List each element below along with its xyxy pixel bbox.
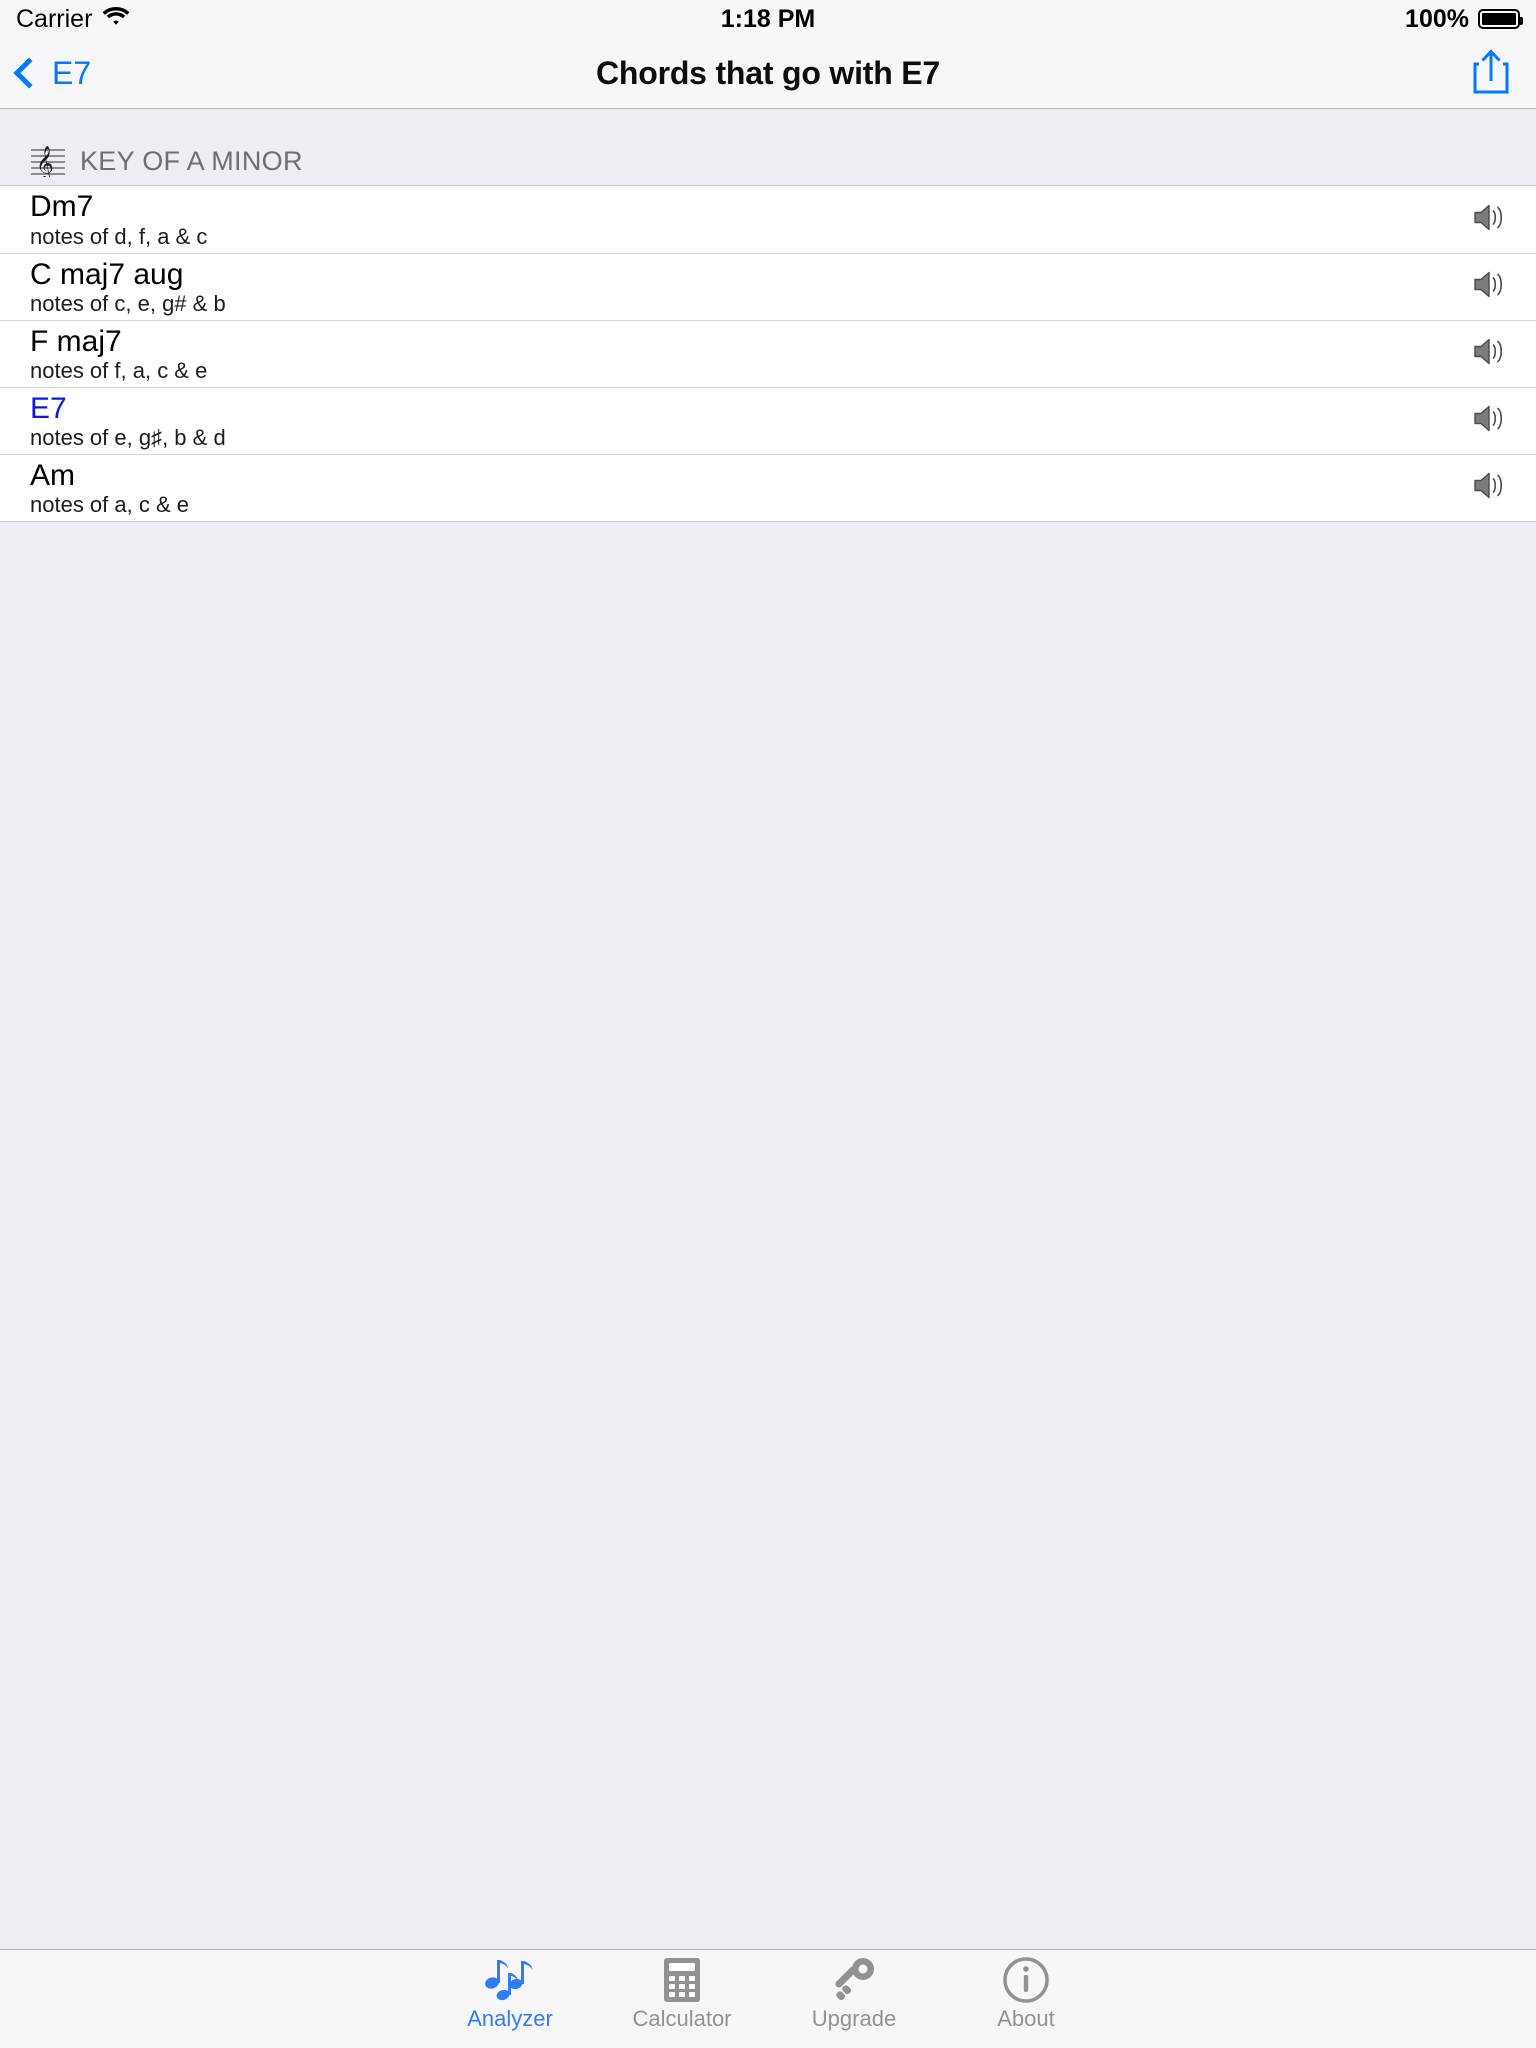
chord-name: Am: [30, 458, 75, 492]
tab-about[interactable]: About: [940, 1956, 1112, 2030]
key-icon: [830, 1956, 878, 2004]
info-circle-icon: [1002, 1956, 1050, 2004]
tab-bar: Analyzer Calculator Upgrade About: [0, 1949, 1536, 2048]
chord-notes: notes of e, g♯, b & d: [30, 425, 226, 451]
status-bar-time: 1:18 PM: [720, 4, 816, 33]
tab-label: Analyzer: [467, 2006, 553, 2031]
tab-upgrade[interactable]: Upgrade: [768, 1956, 940, 2030]
music-notes-icon: [483, 1956, 537, 2004]
navigation-bar: E7 Chords that go with E7: [0, 38, 1536, 109]
calculator-icon: [661, 1956, 703, 2004]
chord-notes: notes of d, f, a & c: [30, 223, 208, 249]
speaker-icon[interactable]: [1472, 402, 1508, 441]
tab-label: About: [997, 2006, 1055, 2031]
share-button[interactable]: [1470, 47, 1512, 100]
speaker-icon[interactable]: [1472, 469, 1508, 508]
chord-notes: notes of f, a, c & e: [30, 358, 208, 384]
share-icon: [1470, 48, 1512, 99]
row-text: E7 notes of e, g♯, b & d: [30, 393, 226, 450]
chord-name: F maj7: [30, 324, 122, 358]
section-header: 𝄞 KEY OF A MINOR: [0, 109, 1536, 185]
speaker-icon[interactable]: [1472, 200, 1508, 239]
tab-label: Upgrade: [811, 2006, 897, 2031]
speaker-icon[interactable]: [1472, 268, 1508, 307]
status-bar-right: 100%: [1405, 4, 1523, 34]
chord-notes: notes of a, c & e: [30, 492, 189, 518]
battery-full-icon: [1478, 9, 1523, 29]
tab-calculator[interactable]: Calculator: [596, 1956, 768, 2030]
section-title: KEY OF A MINOR: [80, 146, 303, 176]
table-row[interactable]: C maj7 aug notes of c, e, g# & b: [0, 253, 1536, 320]
chord-name: E7: [30, 391, 67, 425]
table-row[interactable]: E7 notes of e, g♯, b & d: [0, 387, 1536, 454]
table-row[interactable]: F maj7 notes of f, a, c & e: [0, 320, 1536, 387]
chord-name: C maj7 aug: [30, 257, 184, 291]
tab-label: Calculator: [632, 2006, 732, 2031]
table-row[interactable]: Dm7 notes of d, f, a & c: [0, 186, 1536, 253]
chord-list: Dm7 notes of d, f, a & c C maj7 aug note…: [0, 185, 1536, 522]
content-area: 𝄞 KEY OF A MINOR Dm7 notes of d, f, a & …: [0, 109, 1536, 1949]
app-window: Carrier 1:18 PM 100% E7 Chords that go w…: [0, 0, 1536, 2048]
speaker-icon[interactable]: [1472, 335, 1508, 374]
svg-text:𝄞: 𝄞: [36, 146, 54, 177]
status-bar: Carrier 1:18 PM 100%: [0, 0, 1536, 38]
page-title: Chords that go with E7: [595, 54, 941, 91]
row-text: Dm7 notes of d, f, a & c: [30, 191, 207, 248]
table-row[interactable]: Am notes of a, c & e: [0, 454, 1536, 521]
treble-clef-staff-icon: 𝄞: [30, 145, 66, 182]
chord-notes: notes of c, e, g# & b: [30, 291, 226, 317]
tab-analyzer[interactable]: Analyzer: [424, 1956, 596, 2030]
row-text: F maj7 notes of f, a, c & e: [30, 326, 207, 383]
battery-percent-label: 100%: [1405, 4, 1469, 33]
chord-name: Dm7: [30, 190, 94, 224]
row-text: Am notes of a, c & e: [30, 460, 189, 517]
row-text: C maj7 aug notes of c, e, g# & b: [30, 259, 226, 316]
